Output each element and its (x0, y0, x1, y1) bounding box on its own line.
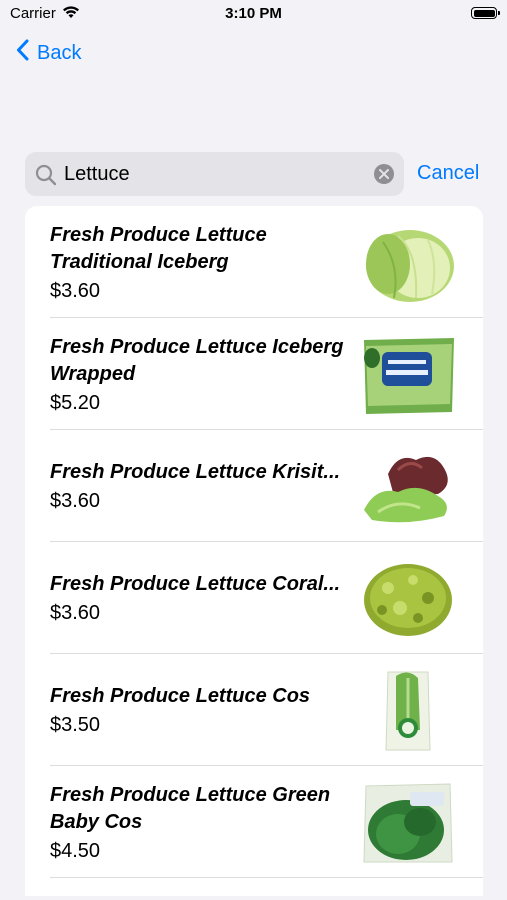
search-input[interactable]: Lettuce (64, 163, 130, 186)
product-name: Fresh Produce Lettuce Krisit... (50, 461, 341, 483)
product-row[interactable]: Fresh Produce Lettuce Cos $3.50 (25, 654, 483, 766)
back-button[interactable]: Back (16, 38, 81, 68)
cancel-button[interactable]: Cancel (417, 162, 479, 185)
product-price: $3.60 (50, 602, 101, 624)
red-green-lettuce-image (364, 456, 448, 523)
product-row[interactable]: Fresh Produce Lettuce Iceberg Wrapped $5… (25, 318, 483, 430)
product-row[interactable]: Fresh Produce Lettuce Green Baby Cos $4.… (25, 766, 483, 878)
chevron-left-icon (16, 39, 29, 67)
product-price: $3.60 (50, 279, 101, 302)
search-field[interactable]: Lettuce (25, 152, 404, 196)
product-name: Fresh Produce Lettuce Coral... (50, 573, 341, 595)
wrapped-iceberg-image (364, 338, 454, 414)
product-list: Fresh Produce Lettuce Traditional Iceber… (25, 206, 483, 896)
iceberg-lettuce-image (366, 230, 454, 302)
back-label: Back (37, 41, 82, 64)
coral-lettuce-image (364, 564, 452, 636)
product-row[interactable]: Fresh Produce Lettuce Traditional Iceber… (25, 206, 483, 318)
product-price: $3.50 (50, 714, 101, 736)
product-name: Fresh Produce Lettuce Traditional Iceber… (50, 223, 267, 273)
product-price: $4.50 (50, 839, 101, 862)
search-icon (35, 164, 57, 191)
cos-lettuce-image (385, 671, 431, 751)
product-row[interactable]: Fresh Produce Lettuce Coral... $3.60 (25, 542, 483, 654)
product-name: Fresh Produce Lettuce Iceberg Wrapped (50, 335, 344, 385)
product-name: Fresh Produce Lettuce Green Baby Cos (50, 783, 331, 833)
status-bar: Carrier 3:10 PM (0, 0, 507, 30)
baby-cos-image (363, 783, 453, 863)
product-name: Fresh Produce Lettuce Cos (50, 685, 311, 707)
product-price: $3.60 (50, 490, 101, 512)
product-price: $5.20 (50, 391, 101, 414)
battery-icon (471, 7, 500, 19)
product-row[interactable]: Fresh Produce Lettuce Krisit... $3.60 (25, 430, 483, 542)
clock: 3:10 PM (225, 5, 282, 22)
clear-search-icon[interactable] (374, 164, 394, 184)
